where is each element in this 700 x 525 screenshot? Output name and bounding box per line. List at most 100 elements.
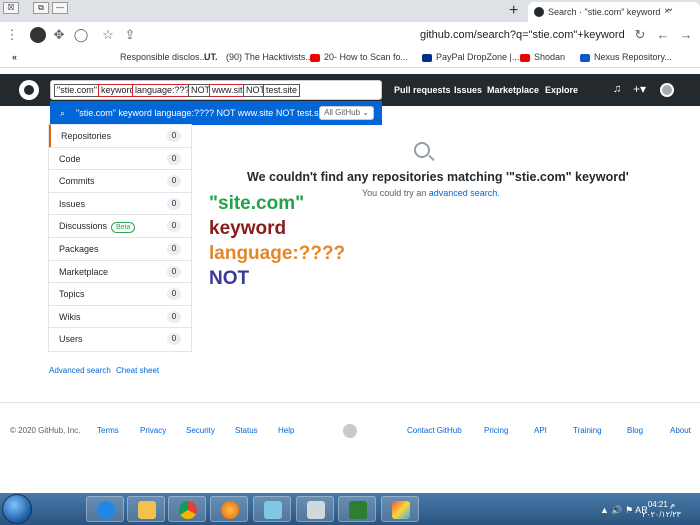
bookmark-star-icon[interactable]: ☆	[100, 27, 116, 43]
search-token: test.site	[263, 84, 301, 97]
footer-link-terms[interactable]: Terms	[97, 426, 119, 435]
search-filter-sidebar: Repositories 0 Code 0 Commits 0 Issues 0 Dis…	[48, 124, 192, 352]
sidebar-item-commits[interactable]: Commits 0	[49, 169, 191, 192]
suggestion-text: "stie.com" keyword language:???? NOT www…	[76, 108, 329, 118]
footer-link-security[interactable]: Security	[186, 426, 215, 435]
sidebar-item-discussions[interactable]: Discussions Beta 0	[49, 214, 191, 237]
notifications-bell-icon[interactable]: ♫	[613, 83, 621, 95]
back-icon[interactable]: ←	[655, 27, 671, 43]
bookmark-item[interactable]: UT.	[204, 52, 218, 62]
menu-dots-icon[interactable]: ⋮	[4, 27, 20, 43]
sidebar-item-topics[interactable]: Topics 0	[49, 282, 191, 305]
github-logo-icon[interactable]	[19, 80, 39, 100]
sidebar-item-users[interactable]: Users 0	[49, 327, 191, 350]
start-button-icon[interactable]	[2, 494, 32, 524]
sidebar-item-wikis[interactable]: Wikis 0	[49, 304, 191, 328]
bookmark-item[interactable]: (90) The Hacktivists...	[226, 52, 313, 62]
bookmark-item[interactable]: Responsible disclos...	[120, 52, 207, 62]
footer-link-blog[interactable]: Blog	[627, 426, 643, 435]
window-minimize-icon[interactable]: —	[52, 2, 68, 14]
paint-icon[interactable]	[381, 496, 419, 522]
github-footer-logo-icon[interactable]	[343, 424, 357, 438]
advanced-search-hint: You could try an advanced search.	[362, 188, 500, 198]
chrome-icon[interactable]	[168, 496, 206, 522]
count-badge: 0	[167, 175, 181, 188]
footer-link-api[interactable]: API	[534, 426, 547, 435]
search-input[interactable]: "stie.com" keyword language:???? NOT www…	[50, 80, 382, 100]
footer-copyright: © 2020 GitHub, Inc.	[10, 426, 81, 435]
count-badge: 0	[167, 197, 181, 210]
bookmark-item[interactable]: Shodan	[520, 52, 565, 62]
firefox-icon[interactable]	[210, 496, 248, 522]
count-badge: 0	[167, 220, 181, 233]
paypal-icon	[422, 53, 432, 62]
taskbar-clock[interactable]: 04:21 م ٢٠٢٠/١٢/٢٣	[642, 500, 681, 520]
count-badge: 0	[167, 288, 181, 301]
clock-time: 04:21 م	[647, 500, 676, 509]
ie-icon[interactable]	[86, 496, 124, 522]
annotation-language: language:????	[209, 243, 346, 264]
sidebar-item-marketplace[interactable]: Marketplace 0	[49, 259, 191, 283]
search-token: "stie.com"	[54, 84, 100, 97]
bookmark-item[interactable]: 20- How to Scan fo...	[310, 52, 408, 62]
advanced-search-hint-link[interactable]: advanced search	[429, 188, 498, 198]
explorer-icon[interactable]	[127, 496, 165, 522]
tab-search-icon[interactable]: ⌄	[666, 3, 674, 14]
sidebar-item-issues[interactable]: Issues 0	[49, 191, 191, 215]
footer-link-privacy[interactable]: Privacy	[140, 426, 166, 435]
system-tray[interactable]: ▲ 🔊 ⚑ AR	[600, 505, 648, 516]
nav-pull-requests[interactable]: Pull requests	[394, 85, 451, 95]
no-results-heading: We couldn't find any repositories matchi…	[247, 170, 629, 184]
profile-avatar-icon[interactable]	[30, 27, 46, 43]
window-close-icon[interactable]: ☒	[3, 2, 19, 14]
clock-date: ٢٠٢٠/١٢/٢٣	[642, 510, 681, 519]
footer-link-pricing[interactable]: Pricing	[484, 426, 508, 435]
magnifier-icon	[414, 142, 430, 158]
annotation-site: "site.com"	[209, 193, 305, 214]
sidebar-item-packages[interactable]: Packages 0	[49, 237, 191, 260]
search-icon: ⌕	[60, 108, 66, 118]
count-badge: 0	[167, 265, 181, 278]
footer-link-help[interactable]: Help	[278, 426, 294, 435]
share-icon[interactable]: ⇪	[122, 27, 138, 43]
sidebar-item-code[interactable]: Code 0	[49, 146, 191, 170]
search-suggestion[interactable]: ⌕ "stie.com" keyword language:???? NOT w…	[50, 101, 382, 125]
nexus-icon	[580, 53, 590, 62]
youtube-icon	[310, 53, 320, 62]
sidebar-item-repositories[interactable]: Repositories 0	[49, 124, 191, 147]
footer-link-contact[interactable]: Contact GitHub	[407, 426, 462, 435]
count-badge: 0	[167, 243, 181, 255]
search-scope-badge[interactable]: All GitHub ⌄	[319, 106, 374, 120]
advanced-search-link[interactable]: Advanced search	[49, 366, 111, 375]
address-bar[interactable]: github.com/search?q="stie.com"+keyword	[420, 29, 625, 41]
notepad-icon[interactable]	[253, 496, 291, 522]
annotation-keyword: keyword	[209, 218, 287, 239]
terminal-icon[interactable]	[338, 496, 376, 522]
bookmark-item[interactable]: PayPal DropZone |...	[422, 52, 519, 62]
footer-divider	[0, 402, 700, 403]
extension-circle-icon[interactable]: ◯	[73, 27, 89, 43]
count-badge: 0	[167, 310, 181, 323]
create-new-button[interactable]: +▾	[633, 82, 646, 96]
extensions-icon[interactable]: ✥	[51, 27, 67, 43]
nav-marketplace[interactable]: Marketplace	[487, 85, 539, 95]
shodan-icon	[520, 53, 530, 62]
bookmarks-overflow-icon[interactable]: «	[12, 52, 17, 62]
count-badge: 0	[167, 130, 181, 142]
footer-link-about[interactable]: About	[670, 426, 691, 435]
nav-issues[interactable]: Issues	[454, 85, 482, 95]
forward-icon[interactable]: →	[678, 27, 694, 43]
tab-title: Search · "stie.com" keyword	[548, 7, 661, 17]
calculator-icon[interactable]	[296, 496, 334, 522]
count-badge: 0	[167, 152, 181, 165]
footer-link-status[interactable]: Status	[235, 426, 258, 435]
bookmark-item[interactable]: Nexus Repository...	[580, 52, 672, 62]
beta-badge: Beta	[111, 222, 136, 234]
footer-link-training[interactable]: Training	[573, 426, 602, 435]
new-tab-button[interactable]: +	[509, 2, 518, 20]
reload-icon[interactable]: ↻	[632, 27, 648, 43]
cheat-sheet-link[interactable]: Cheat sheet	[116, 366, 159, 375]
nav-explore[interactable]: Explore	[545, 85, 578, 95]
user-avatar[interactable]	[660, 83, 674, 97]
window-restore-icon[interactable]: ⧉	[33, 2, 49, 14]
